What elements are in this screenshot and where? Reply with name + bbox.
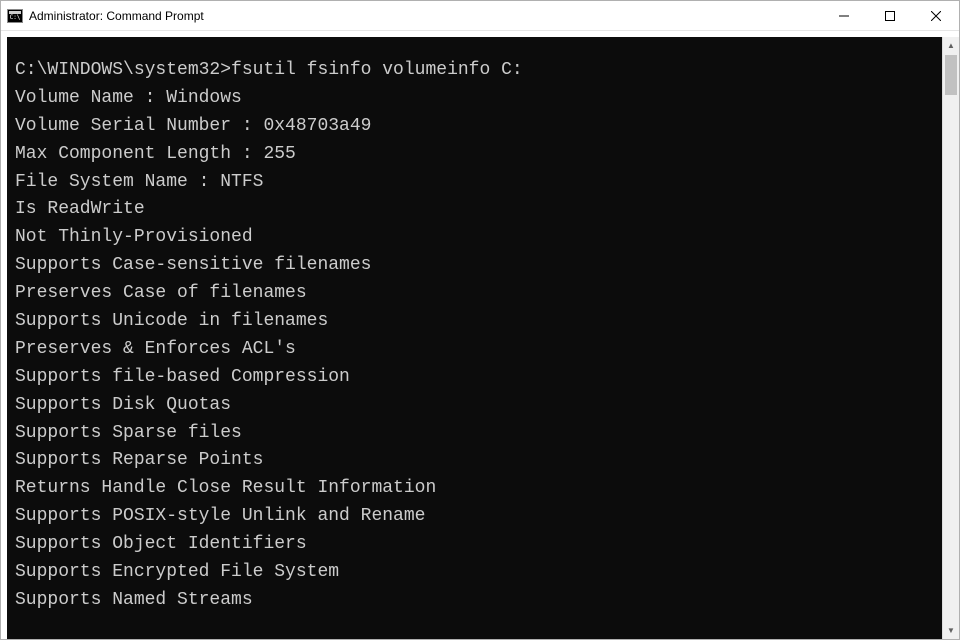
minimize-button[interactable]: [821, 1, 867, 30]
scroll-thumb[interactable]: [945, 55, 957, 95]
terminal-output[interactable]: C:\WINDOWS\system32>fsutil fsinfo volume…: [7, 37, 942, 639]
scroll-up-arrow-icon[interactable]: ▲: [943, 37, 959, 54]
close-icon: [931, 11, 941, 21]
titlebar: C:\ Administrator: Command Prompt: [1, 1, 959, 31]
window-title: Administrator: Command Prompt: [29, 9, 204, 23]
scroll-down-arrow-icon[interactable]: ▼: [943, 622, 959, 639]
minimize-icon: [839, 11, 849, 21]
close-button[interactable]: [913, 1, 959, 30]
maximize-button[interactable]: [867, 1, 913, 30]
cmd-icon: C:\: [7, 9, 23, 23]
window-controls: [821, 1, 959, 30]
vertical-scrollbar[interactable]: ▲ ▼: [942, 37, 959, 639]
cmd-window: C:\ Administrator: Command Prompt C:\WIN…: [0, 0, 960, 640]
titlebar-left: C:\ Administrator: Command Prompt: [7, 9, 204, 23]
terminal-container: C:\WINDOWS\system32>fsutil fsinfo volume…: [1, 31, 959, 639]
maximize-icon: [885, 11, 895, 21]
